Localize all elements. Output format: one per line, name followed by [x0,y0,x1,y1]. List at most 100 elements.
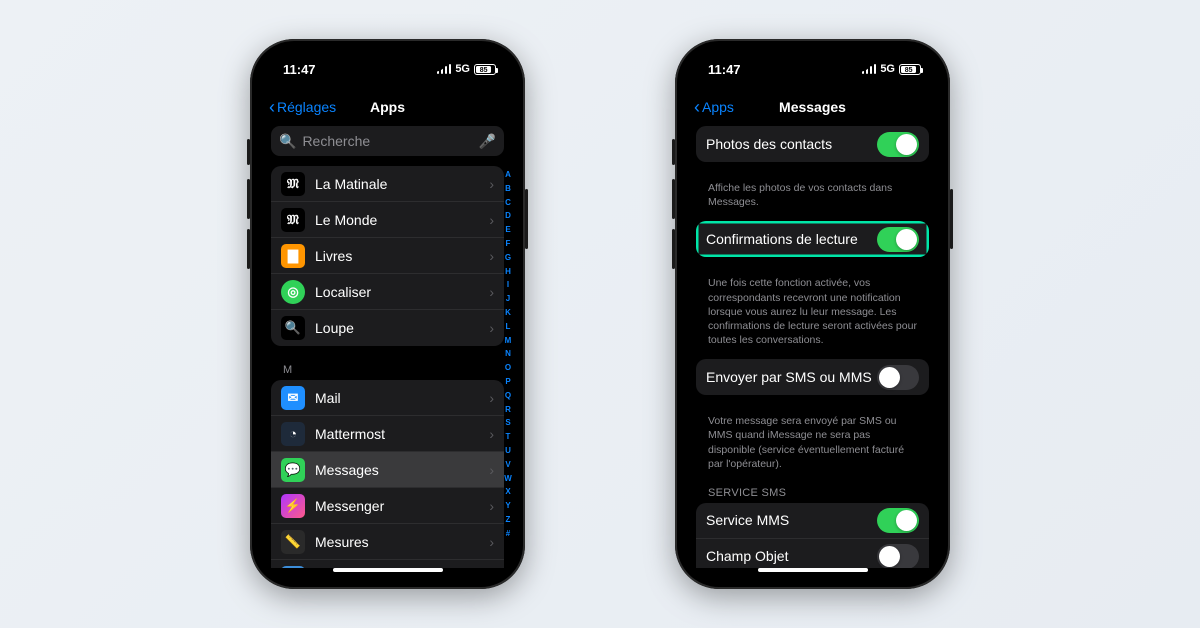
row-label: Photos des contacts [706,136,877,152]
app-row-messenger[interactable]: ⚡Messenger› [271,488,504,524]
nav-bar: ‹ Apps Messages [686,88,939,126]
index-letter[interactable]: A [503,170,513,179]
index-letter[interactable]: H [503,267,513,276]
app-label: Mesures [315,534,489,550]
index-letter[interactable]: C [503,198,513,207]
index-letter[interactable]: K [503,308,513,317]
footer-sms: Votre message sera envoyé par SMS ou MMS… [696,409,929,483]
group-contact-photos: Photos des contacts [696,126,929,162]
toggle-photos-contacts[interactable] [877,132,919,157]
index-letter[interactable]: S [503,418,513,427]
toggle-champ-objet[interactable] [877,544,919,568]
app-icon: ✉ [281,386,305,410]
home-indicator[interactable] [333,568,443,572]
app-row-météo[interactable]: ☁Météo› [271,560,504,568]
toggle-service-mms[interactable] [877,508,919,533]
index-letter[interactable]: Q [503,391,513,400]
app-row-livres[interactable]: ▇Livres› [271,238,504,274]
index-letter[interactable]: M [503,336,513,345]
chevron-right-icon: › [489,462,494,478]
index-letter[interactable]: V [503,460,513,469]
index-letter[interactable]: # [503,529,513,538]
index-letter[interactable]: Z [503,515,513,524]
home-indicator[interactable] [758,568,868,572]
chevron-right-icon: › [489,498,494,514]
app-label: Livres [315,248,489,264]
app-row-messages[interactable]: 💬Messages› [271,452,504,488]
app-row-mattermost[interactable]: ◔Mattermost› [271,416,504,452]
index-letter[interactable]: N [503,349,513,358]
app-row-localiser[interactable]: ◎ Localiser› [271,274,504,310]
app-icon: 𝔐 [281,172,305,196]
index-letter[interactable]: G [503,253,513,262]
battery-icon: 85 [899,64,921,75]
index-letter[interactable]: E [503,225,513,234]
app-label: Messages [315,462,489,478]
volume-up [672,179,675,219]
volume-down [247,229,250,269]
app-row-la-matinale[interactable]: 𝔐 La Matinale› [271,166,504,202]
nav-bar: ‹ Réglages Apps [261,88,514,126]
index-letter[interactable]: Y [503,501,513,510]
app-icon: 🔍 [281,316,305,340]
app-group-l: 𝔐La Matinale›𝔐Le Monde›▇Livres›◎Localise… [271,166,504,346]
app-label: Le Monde [315,212,489,228]
chevron-right-icon: › [489,284,494,300]
volume-up [247,179,250,219]
index-letter[interactable]: J [503,294,513,303]
phone-left: 11:47 5G 85 ‹ Réglages Apps 🔍 Recherche … [250,39,525,589]
toggle-sms-mms[interactable] [877,365,919,390]
index-letter[interactable]: I [503,280,513,289]
row-sms-mms[interactable]: Envoyer par SMS ou MMS [696,359,929,395]
app-icon: 𝔐 [281,208,305,232]
chevron-right-icon: › [489,176,494,192]
app-row-mail[interactable]: ✉ Mail› [271,380,504,416]
index-letter[interactable]: T [503,432,513,441]
index-letter[interactable]: L [503,322,513,331]
row-label: Service MMS [706,512,877,528]
notch [328,50,448,72]
app-row-loupe[interactable]: 🔍Loupe› [271,310,504,346]
row-champ-objet[interactable]: Champ Objet [696,539,929,568]
index-letter[interactable]: U [503,446,513,455]
app-group-m: ✉Mail›◔Mattermost›💬Messages›⚡Messenger›📏… [271,380,504,568]
index-letter[interactable]: O [503,363,513,372]
chevron-right-icon: › [489,390,494,406]
chevron-left-icon: ‹ [269,98,275,116]
network-label: 5G [880,63,895,75]
search-input[interactable]: 🔍 Recherche 🎤 [271,126,504,156]
back-button[interactable]: ‹ Réglages [269,98,336,116]
row-service-mms[interactable]: Service MMS [696,503,929,539]
chevron-left-icon: ‹ [694,98,700,116]
index-letter[interactable]: B [503,184,513,193]
app-row-le-monde[interactable]: 𝔐Le Monde› [271,202,504,238]
section-header-m: M [271,360,504,380]
app-label: Localiser [315,284,489,300]
row-read-receipts[interactable]: Confirmations de lecture [696,221,929,257]
index-letter[interactable]: X [503,487,513,496]
app-label: Messenger [315,498,489,514]
app-icon: ◎ [281,280,305,304]
footer-photos: Affiche les photos de vos contacts dans … [696,176,929,221]
row-label: Champ Objet [706,548,877,564]
app-icon: ◔ [281,422,305,446]
back-label: Apps [702,99,734,115]
app-label: Loupe [315,320,489,336]
index-letter[interactable]: D [503,211,513,220]
alpha-index[interactable]: ABCDEFGHIJKLMNOPQRSTUVWXYZ # [503,170,513,538]
app-row-mesures[interactable]: 📏Mesures› [271,524,504,560]
index-letter[interactable]: F [503,239,513,248]
app-label: Mail [315,390,489,406]
index-letter[interactable]: W [503,474,513,483]
row-photos-contacts[interactable]: Photos des contacts [696,126,929,162]
app-label: La Matinale [315,176,489,192]
status-time: 11:47 [283,62,316,77]
toggle-read-receipts[interactable] [877,227,919,252]
index-letter[interactable]: R [503,405,513,414]
battery-icon: 85 [474,64,496,75]
back-button[interactable]: ‹ Apps [694,98,734,116]
app-icon: 📏 [281,530,305,554]
status-time: 11:47 [708,62,741,77]
index-letter[interactable]: P [503,377,513,386]
power-button [950,189,953,249]
